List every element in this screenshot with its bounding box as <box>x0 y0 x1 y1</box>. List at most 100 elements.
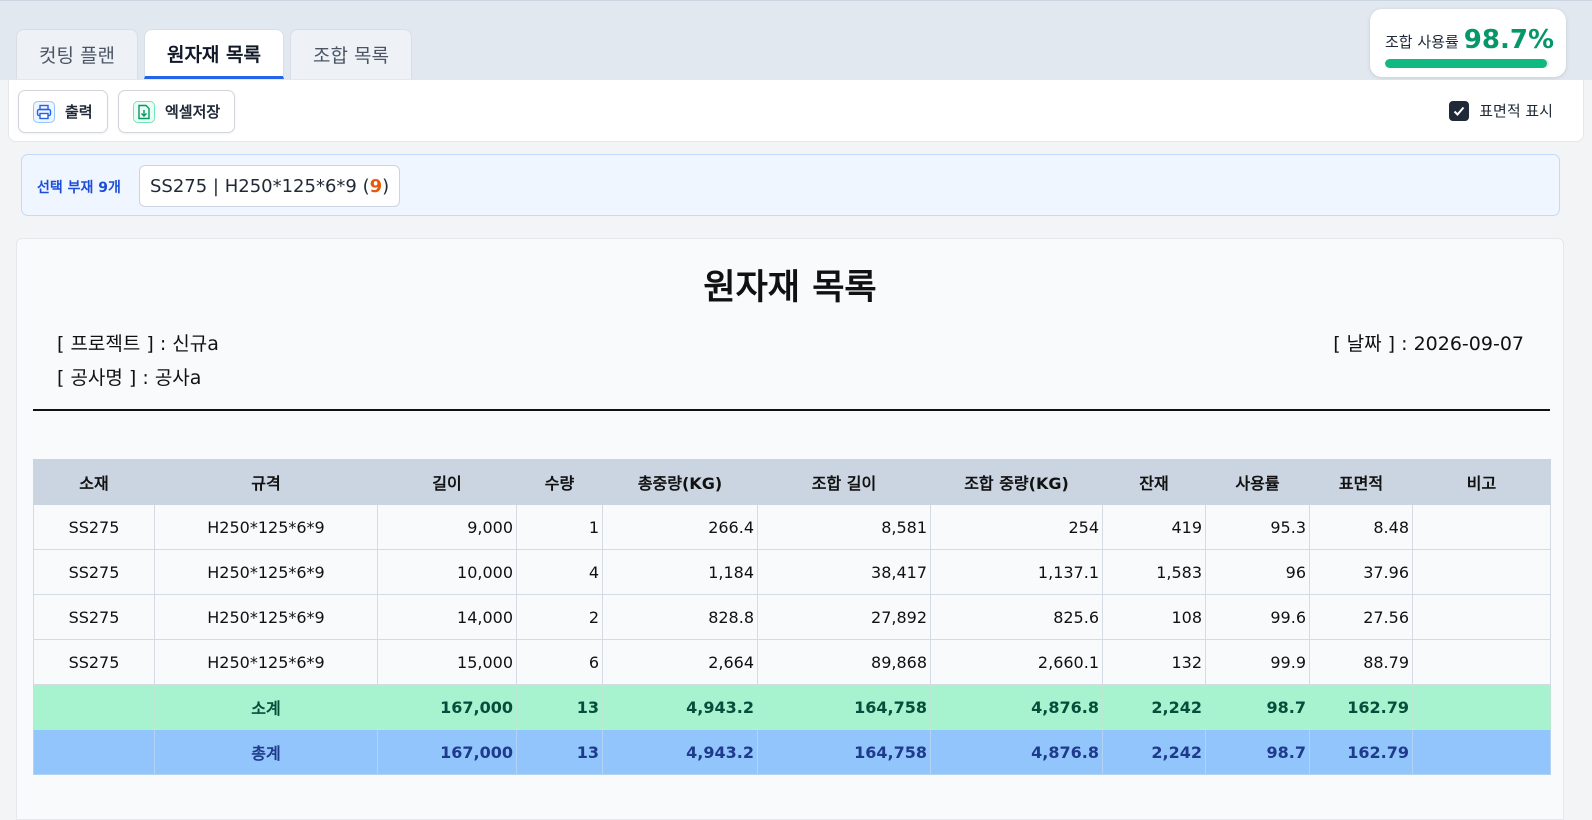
cell-surface-area: 162.79 <box>1309 684 1413 730</box>
header-divider <box>33 409 1550 411</box>
cell-total-weight: 2,664 <box>602 639 758 685</box>
cell-remarks <box>1412 639 1551 685</box>
cell-combo-weight: 2,660.1 <box>930 639 1103 685</box>
cell-combo-length: 164,758 <box>757 729 931 775</box>
cell-usage-rate: 95.3 <box>1205 504 1310 550</box>
tab-cutting-plan[interactable]: 컷팅 플랜 <box>16 29 138 79</box>
selection-count-label: 선택 부재 9개 <box>37 180 121 196</box>
cell-quantity: 13 <box>516 684 603 730</box>
table-row: SS275 H250*125*6*9 15,000 6 2,664 89,868… <box>33 639 1551 685</box>
cell-usage-rate: 99.9 <box>1205 639 1310 685</box>
cell-combo-length: 89,868 <box>757 639 931 685</box>
cell-quantity: 4 <box>516 549 603 595</box>
checkmark-icon <box>1454 106 1465 116</box>
cell-quantity: 2 <box>516 594 603 640</box>
cell-remnant: 2,242 <box>1102 684 1206 730</box>
cell-length: 15,000 <box>377 639 517 685</box>
cell-remarks <box>1412 729 1551 775</box>
cell-usage-rate: 98.7 <box>1205 684 1310 730</box>
selection-chip-count: 9 <box>369 175 383 197</box>
table-row: SS275 H250*125*6*9 10,000 4 1,184 38,417… <box>33 549 1551 595</box>
cell-surface-area: 8.48 <box>1309 504 1413 550</box>
selection-panel: 선택 부재 9개 SS275 | H250*125*6*9 (9) <box>21 154 1560 216</box>
cell-remarks <box>1412 594 1551 640</box>
subtotal-row: 소계 167,000 13 4,943.2 164,758 4,876.8 2,… <box>33 684 1551 730</box>
cell-surface-area: 27.56 <box>1309 594 1413 640</box>
cell-surface-area: 37.96 <box>1309 549 1413 595</box>
cell-material: SS275 <box>33 639 155 685</box>
tab-raw-material-list[interactable]: 원자재 목록 <box>143 29 284 79</box>
cell-length: 167,000 <box>377 729 517 775</box>
subtotal-label: 소계 <box>154 684 378 730</box>
area-toggle-checkbox[interactable] <box>1449 100 1470 121</box>
cell-remnant: 419 <box>1102 504 1206 550</box>
cell-remnant: 2,242 <box>1102 729 1206 775</box>
usage-progress-bar <box>1385 59 1549 68</box>
cell-combo-length: 8,581 <box>757 504 931 550</box>
cell-combo-weight: 4,876.8 <box>930 729 1103 775</box>
selection-chip-text: SS275 | H250*125*6*9 ( <box>150 175 370 197</box>
cell-remnant: 108 <box>1102 594 1206 640</box>
cell-quantity: 6 <box>516 639 603 685</box>
cell-material: SS275 <box>33 594 155 640</box>
col-header-combo-length: 조합 길이 <box>757 459 931 505</box>
usage-progress-fill <box>1385 59 1547 68</box>
usage-label: 조합 사용률 <box>1385 33 1459 51</box>
cell-total-weight: 4,943.2 <box>602 684 758 730</box>
cell-length: 10,000 <box>377 549 517 595</box>
site-name: [ 공사명 ] : 공사a <box>57 367 202 389</box>
cell-remarks <box>1412 549 1551 595</box>
cell-spec: H250*125*6*9 <box>154 549 378 595</box>
area-toggle[interactable]: 표면적 표시 <box>1449 100 1553 121</box>
cell-combo-length: 27,892 <box>757 594 931 640</box>
cell-length: 9,000 <box>377 504 517 550</box>
col-header-remarks: 비고 <box>1412 459 1551 505</box>
excel-download-icon <box>133 100 155 123</box>
cell-spec: H250*125*6*9 <box>154 639 378 685</box>
excel-save-button-label: 엑셀저장 <box>165 103 221 121</box>
col-header-combo-weight: 조합 중량(KG) <box>930 459 1103 505</box>
cell-remarks <box>1412 684 1551 730</box>
cell-quantity: 13 <box>516 729 603 775</box>
cell-usage-rate: 96 <box>1205 549 1310 595</box>
cell-remarks <box>1412 504 1551 550</box>
print-button[interactable]: 출력 <box>18 90 108 133</box>
usage-card: 조합 사용률 98.7% <box>1370 9 1566 77</box>
top-bar: 컷팅 플랜 원자재 목록 조합 목록 조합 사용률 98.7% <box>0 0 1592 80</box>
printer-icon <box>33 100 55 123</box>
cell-material <box>33 684 155 730</box>
cell-total-weight: 1,184 <box>602 549 758 595</box>
cell-spec: H250*125*6*9 <box>154 594 378 640</box>
project-name: [ 프로젝트 ] : 신규a <box>57 333 219 355</box>
tab-combination-list[interactable]: 조합 목록 <box>289 29 412 79</box>
cell-quantity: 1 <box>516 504 603 550</box>
cell-length: 167,000 <box>377 684 517 730</box>
selection-chip[interactable]: SS275 | H250*125*6*9 (9) <box>139 165 401 207</box>
cell-material: SS275 <box>33 504 155 550</box>
cell-combo-length: 38,417 <box>757 549 931 595</box>
cell-length: 14,000 <box>377 594 517 640</box>
table-row: SS275 H250*125*6*9 14,000 2 828.8 27,892… <box>33 594 1551 640</box>
table-header-row: 소재 규격 길이 수량 총중량(KG) 조합 길이 조합 중량(KG) 잔재 사… <box>33 459 1551 505</box>
excel-save-button[interactable]: 엑셀저장 <box>118 90 236 133</box>
cell-material: SS275 <box>33 549 155 595</box>
cell-usage-rate: 99.6 <box>1205 594 1310 640</box>
cell-combo-weight: 254 <box>930 504 1103 550</box>
cell-combo-weight: 825.6 <box>930 594 1103 640</box>
cell-total-weight: 4,943.2 <box>602 729 758 775</box>
cell-combo-length: 164,758 <box>757 684 931 730</box>
cell-combo-weight: 4,876.8 <box>930 684 1103 730</box>
col-header-length: 길이 <box>377 459 517 505</box>
cell-usage-rate: 98.7 <box>1205 729 1310 775</box>
selection-chip-close-paren: ) <box>382 175 390 197</box>
table-row: SS275 H250*125*6*9 9,000 1 266.4 8,581 2… <box>33 504 1551 550</box>
col-header-material: 소재 <box>33 459 155 505</box>
col-header-surface-area: 표면적 <box>1309 459 1413 505</box>
report-date: [ 날짜 ] : 2026-09-07 <box>1333 333 1524 355</box>
cell-combo-weight: 1,137.1 <box>930 549 1103 595</box>
cell-spec: H250*125*6*9 <box>154 504 378 550</box>
cell-surface-area: 88.79 <box>1309 639 1413 685</box>
cell-total-weight: 828.8 <box>602 594 758 640</box>
cell-material <box>33 729 155 775</box>
toolbar: 출력 엑셀저장 표면적 표시 <box>8 80 1584 142</box>
